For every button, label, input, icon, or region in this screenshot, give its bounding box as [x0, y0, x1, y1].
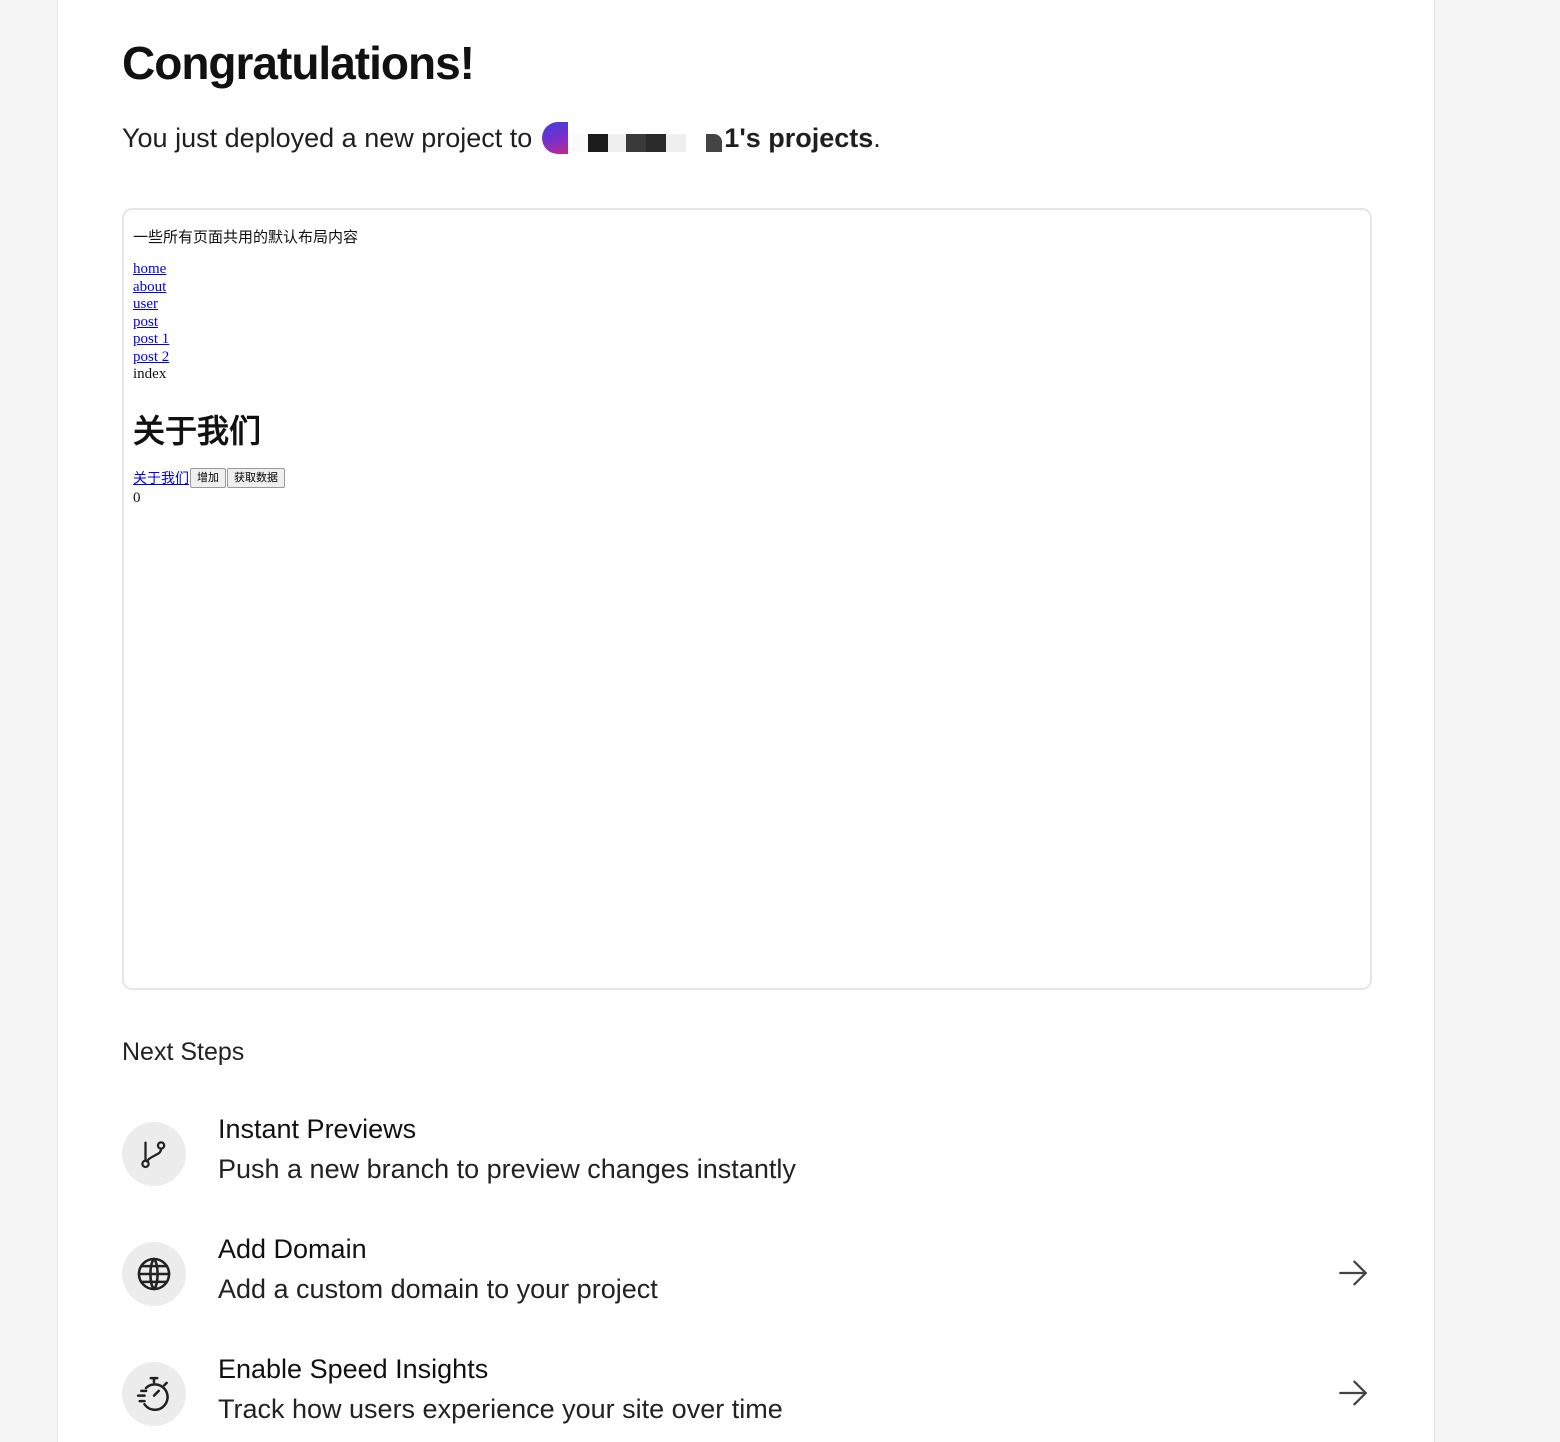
step-speed-insights[interactable]: Enable Speed Insights Track how users ex… [122, 1354, 1370, 1434]
redacted-team-name [572, 122, 723, 154]
preview-nav-post-1[interactable]: post 1 [133, 331, 169, 349]
subtitle-end: . [873, 122, 881, 153]
step-description: Add a custom domain to your project [218, 1274, 658, 1304]
preview-nav-index: index [133, 366, 167, 382]
step-description: Push a new branch to preview changes ins… [218, 1154, 796, 1184]
preview-count: 0 [133, 490, 141, 506]
globe-icon [122, 1242, 186, 1306]
deployment-preview[interactable]: 一些所有页面共用的默认布局内容 home about user post pos… [122, 208, 1372, 990]
preview-nav: home about user post post 1 post 2 index [133, 261, 169, 384]
arrow-right-icon [1339, 1260, 1367, 1286]
step-instant-previews[interactable]: Instant Previews Push a new branch to pr… [122, 1114, 1370, 1194]
preview-nav-home[interactable]: home [133, 261, 169, 279]
preview-layout-text: 一些所有页面共用的默认布局内容 [133, 228, 359, 246]
git-branch-icon [122, 1122, 186, 1186]
subtitle-prefix: You just deployed a new project to [122, 122, 533, 153]
step-title: Enable Speed Insights [218, 1354, 489, 1384]
preview-nav-post-2[interactable]: post 2 [133, 349, 169, 367]
team-name: 1's projects [724, 122, 874, 153]
preview-heading: 关于我们 [133, 412, 262, 450]
page-title: Congratulations! [122, 37, 475, 89]
preview-nav-about[interactable]: about [133, 279, 169, 297]
preview-fetch-button[interactable]: 获取数据 [227, 468, 285, 488]
step-add-domain[interactable]: Add Domain Add a custom domain to your p… [122, 1234, 1370, 1314]
preview-nav-user[interactable]: user [133, 296, 169, 314]
step-title: Add Domain [218, 1234, 367, 1264]
step-description: Track how users experience your site ove… [218, 1394, 783, 1424]
team-link[interactable]: 1's projects [542, 122, 873, 154]
next-steps-title: Next Steps [122, 1038, 245, 1066]
preview-add-button[interactable]: 增加 [190, 468, 226, 488]
arrow-right-icon [1339, 1380, 1367, 1406]
preview-nav-post[interactable]: post [133, 314, 169, 332]
speed-timer-icon [122, 1362, 186, 1426]
preview-controls: 关于我们 增加 获取数据 [133, 468, 285, 488]
team-avatar [542, 122, 569, 154]
preview-about-link[interactable]: 关于我们 [133, 468, 189, 488]
deployment-subtitle: You just deployed a new project to 1's p… [122, 122, 881, 154]
deployment-success-card: Congratulations! You just deployed a new… [57, 0, 1435, 1442]
step-title: Instant Previews [218, 1114, 417, 1144]
